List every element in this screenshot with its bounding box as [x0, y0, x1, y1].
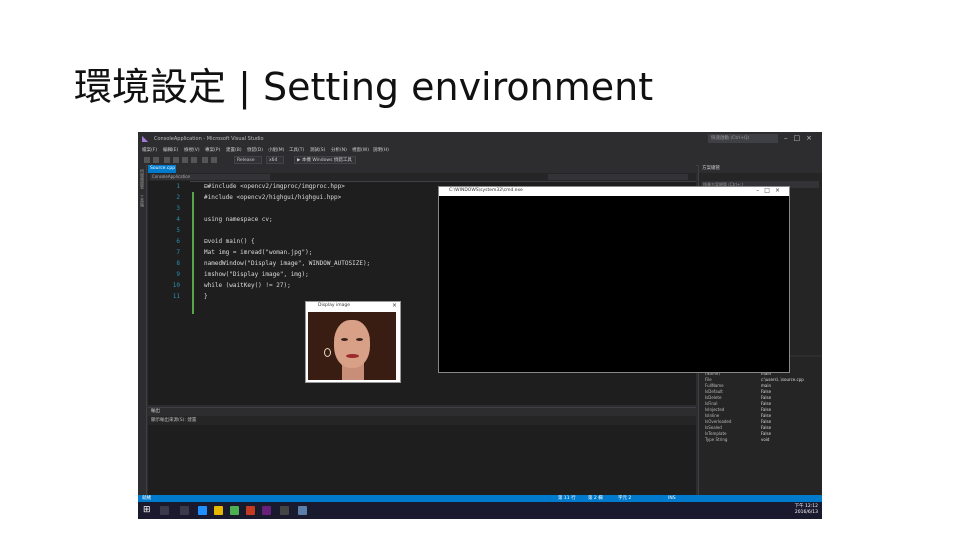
forward-icon[interactable]	[153, 157, 159, 163]
menu-tools[interactable]: 工具(T)	[289, 147, 304, 153]
visual-studio-screenshot: ◣ ConsoleApplication - Microsoft Visual …	[138, 132, 822, 519]
display-image-title: Display image	[318, 303, 351, 308]
woman-photo	[308, 312, 396, 380]
menu-help[interactable]: 說明(H)	[373, 147, 389, 153]
tab-source-cpp[interactable]: Source.cpp	[148, 165, 176, 173]
task-view-icon[interactable]	[180, 506, 189, 515]
member-select[interactable]	[548, 174, 688, 180]
platform-select[interactable]: x64	[266, 156, 284, 164]
property-row[interactable]: Type String void	[699, 437, 822, 443]
status-bar: 就緒 第 11 行 第 2 欄 字元 2 INS	[138, 495, 822, 502]
menu-file[interactable]: 檔案(F)	[142, 147, 157, 153]
menu-window[interactable]: 視窗(W)	[352, 147, 369, 153]
visual-studio-logo-icon: ◣	[142, 134, 149, 143]
output-source-select[interactable]: 顯示輸出來源(S): 建置	[148, 416, 696, 425]
image-window-taskbar-icon[interactable]	[298, 506, 307, 515]
search-icon[interactable]	[160, 506, 169, 515]
menu-team[interactable]: 小組(M)	[268, 147, 284, 153]
console-taskbar-icon[interactable]	[280, 506, 289, 515]
output-panel: 輸出 顯示輸出來源(S): 建置	[148, 407, 696, 496]
save-all-icon[interactable]	[191, 157, 197, 163]
configuration-select[interactable]: Release	[234, 156, 262, 164]
status-insert-mode: INS	[668, 496, 676, 501]
change-indicator	[192, 192, 194, 314]
status-line: 第 11 行	[558, 496, 576, 501]
undo-icon[interactable]	[202, 157, 208, 163]
left-tool-strip: 伺服器總管 工具箱	[138, 165, 147, 495]
status-char: 字元 2	[618, 496, 632, 501]
console-window-controls[interactable]: –□×	[756, 187, 785, 194]
new-file-icon[interactable]	[164, 157, 170, 163]
editor-tab-row: Source.cpp	[148, 165, 696, 173]
menu-test[interactable]: 測試(S)	[310, 147, 325, 153]
system-tray-clock[interactable]: 下午 12:12 2016/6/13	[795, 504, 818, 516]
properties-panel: (Name) main File c:\users\..\source.cpp Fu…	[698, 357, 822, 495]
windows-taskbar: ⊞ 下午 12:12 2016/6/13	[138, 502, 822, 519]
save-icon[interactable]	[182, 157, 188, 163]
status-ready: 就緒	[142, 496, 151, 501]
file-explorer-icon[interactable]	[214, 506, 223, 515]
visual-studio-taskbar-icon[interactable]	[262, 506, 271, 515]
server-explorer-tab[interactable]: 伺服器總管	[139, 169, 145, 189]
menu-edit[interactable]: 編輯(E)	[163, 147, 178, 153]
status-column: 第 2 欄	[588, 496, 603, 501]
console-titlebar: C:\WINDOWS\system32\cmd.exe –□×	[439, 187, 789, 196]
window-title: ConsoleApplication - Microsoft Visual St…	[154, 136, 264, 142]
window-controls[interactable]: –□×	[784, 134, 818, 142]
menu-view[interactable]: 檢視(V)	[184, 147, 200, 153]
quick-launch-input[interactable]: 快速啟動 (Ctrl+Q)	[708, 134, 778, 143]
display-image-window[interactable]: Display image ×	[305, 301, 401, 383]
console-window[interactable]: C:\WINDOWS\system32\cmd.exe –□×	[438, 186, 790, 373]
windows-start-icon[interactable]: ⊞	[143, 506, 152, 515]
edge-browser-icon[interactable]	[198, 506, 207, 515]
start-debugger-button[interactable]: ▶ 本機 Windows 偵錯工具	[294, 156, 356, 164]
menu-bar: 檔案(F) 編輯(E) 檢視(V) 專案(P) 建置(B) 偵錯(D) 小組(M…	[138, 146, 822, 155]
console-title: C:\WINDOWS\system32\cmd.exe	[449, 188, 523, 193]
slide-title: 環境設定 | Setting environment	[74, 65, 654, 109]
scope-select[interactable]: ConsoleApplication	[150, 174, 270, 180]
solution-explorer-header: 方案總管	[699, 165, 822, 173]
back-icon[interactable]	[144, 157, 150, 163]
toolbox-tab[interactable]: 工具箱	[139, 195, 145, 207]
menu-debug[interactable]: 偵錯(D)	[247, 147, 263, 153]
chrome-icon[interactable]	[230, 506, 239, 515]
menu-analyze[interactable]: 分析(N)	[331, 147, 347, 153]
vs-titlebar: ◣ ConsoleApplication - Microsoft Visual …	[138, 132, 822, 146]
menu-project[interactable]: 專案(P)	[205, 147, 220, 153]
app-icon[interactable]	[246, 506, 255, 515]
menu-build[interactable]: 建置(B)	[226, 147, 242, 153]
open-file-icon[interactable]	[173, 157, 179, 163]
redo-icon[interactable]	[211, 157, 217, 163]
close-icon[interactable]: ×	[392, 302, 397, 309]
output-header: 輸出	[148, 408, 696, 416]
